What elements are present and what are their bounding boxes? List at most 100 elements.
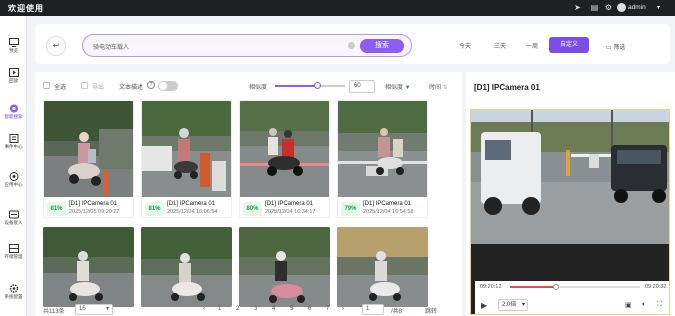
- result-thumbnail[interactable]: [338, 101, 427, 197]
- sort-similarity[interactable]: 相似度 ▼: [385, 82, 411, 91]
- camera-name: [D1] IPCamera 01: [363, 201, 412, 207]
- goto-button[interactable]: 跳转: [425, 306, 437, 315]
- result-card[interactable]: [141, 227, 232, 307]
- user-name[interactable]: admin: [628, 4, 646, 11]
- camera-name: [D1] IPCamera 01: [265, 201, 314, 207]
- chevron-down-icon: ▾: [105, 306, 109, 312]
- gear-icon: [9, 284, 18, 293]
- speed-select[interactable]: 2.0倍 ▾: [498, 299, 528, 311]
- storage-icon: [8, 244, 19, 253]
- settings-icon[interactable]: ⚙: [604, 3, 613, 12]
- page-2[interactable]: 2: [236, 306, 239, 312]
- back-button[interactable]: ↩: [46, 36, 66, 56]
- result-card[interactable]: 81% [D1] IPCamera 01 2025/12/05 09:20:22: [43, 100, 134, 218]
- sidebar: 预览 回放 智能搜索 事件中心 应用中心 设备接入 存储管理 系统配置: [0, 16, 27, 316]
- result-card[interactable]: [337, 227, 428, 307]
- select-all-label[interactable]: 全选: [54, 82, 66, 91]
- range-three-days[interactable]: 三天: [494, 41, 506, 50]
- result-thumbnail[interactable]: [142, 101, 231, 197]
- goto-page-input[interactable]: 1: [362, 304, 384, 315]
- sidebar-item-label: 回放: [9, 78, 18, 83]
- progress-knob[interactable]: [552, 284, 559, 290]
- progress-bar[interactable]: [510, 284, 640, 290]
- export-label[interactable]: 导出: [92, 82, 104, 91]
- player-controls: 09:20:12 09:20:32 ▶ 2.0倍 ▾ ▣ ◖ ⛶: [475, 281, 669, 314]
- page-7[interactable]: 7: [326, 306, 329, 312]
- ai-search-icon: [9, 104, 18, 113]
- range-today[interactable]: 今天: [459, 41, 471, 50]
- page-1[interactable]: 1: [218, 306, 221, 312]
- sidebar-item-label: 应用中心: [4, 182, 23, 187]
- device-icon: [8, 210, 19, 219]
- score-badge: 81%: [145, 202, 164, 216]
- avatar[interactable]: [617, 3, 626, 12]
- text-desc-toggle[interactable]: [158, 81, 178, 91]
- sidebar-item-label: 系统配置: [4, 294, 23, 299]
- sidebar-item-settings[interactable]: 系统配置: [0, 278, 27, 306]
- filter-button[interactable]: ▭ 筛选: [606, 42, 625, 51]
- send-icon[interactable]: ➤: [573, 3, 582, 12]
- player-title: [D1] IPCamera 01: [474, 83, 540, 92]
- timestamp: 2025/12/05 09:20:22: [69, 209, 120, 215]
- page-3[interactable]: 3: [254, 306, 257, 312]
- page-5[interactable]: 5: [290, 306, 293, 312]
- select-all-checkbox[interactable]: [43, 82, 50, 89]
- timestamp: 2025/12/04 16:54:58: [363, 209, 414, 215]
- sidebar-item-preview[interactable]: 预览: [0, 32, 27, 60]
- fullscreen-icon[interactable]: ⛶: [657, 301, 662, 309]
- page-6[interactable]: 6: [308, 306, 311, 312]
- sidebar-item-devices[interactable]: 设备接入: [0, 204, 27, 232]
- score-badge: 79%: [341, 202, 360, 216]
- similarity-label: 相似度: [249, 85, 268, 91]
- export-icon[interactable]: [81, 82, 88, 89]
- camera-name: [D1] IPCamera 01: [167, 201, 216, 207]
- search-button[interactable]: 搜索: [360, 39, 404, 53]
- result-card[interactable]: [43, 227, 134, 307]
- result-card[interactable]: 80% [D1] IPCamera 01 2025/12/04 16:34:17: [239, 100, 330, 218]
- prev-page-icon[interactable]: ‹: [203, 306, 205, 312]
- sidebar-item-ai-search[interactable]: 智能搜索: [0, 98, 27, 126]
- similarity-input[interactable]: 60: [349, 80, 375, 93]
- page-size-value: 15: [79, 306, 86, 312]
- sidebar-item-label: 存储管理: [4, 254, 23, 259]
- sidebar-item-label: 预览: [9, 48, 18, 53]
- back-arrow-icon: ↩: [52, 41, 60, 50]
- app-icon: [9, 172, 18, 181]
- sidebar-item-playback[interactable]: 回放: [0, 62, 27, 90]
- result-card[interactable]: 81% [D1] IPCamera 01 2025/12/04 16:06:54: [141, 100, 232, 218]
- chevron-down-icon[interactable]: ▾: [657, 4, 660, 11]
- volume-icon[interactable]: ◖: [641, 301, 645, 308]
- sidebar-item-label: 事件中心: [4, 144, 23, 149]
- result-card[interactable]: 79% [D1] IPCamera 01 2025/12/04 16:54:58: [337, 100, 428, 218]
- slider-knob[interactable]: [314, 82, 321, 89]
- results-toolbar: 全选 导出 文本描述 ? 相似度 60 相似度 ▼ 时间 ⇅: [35, 72, 462, 100]
- search-input[interactable]: [93, 41, 333, 51]
- document-icon[interactable]: ▤: [590, 3, 599, 12]
- results-panel: 全选 导出 文本描述 ? 相似度 60 相似度 ▼ 时间 ⇅ 81% [D1] …: [35, 72, 462, 316]
- snapshot-icon[interactable]: ▣: [625, 301, 632, 309]
- help-icon[interactable]: ?: [147, 81, 155, 89]
- result-thumbnail[interactable]: [240, 101, 329, 197]
- text-desc-label: 文本描述: [119, 85, 144, 91]
- player-panel: [D1] IPCamera 01 09:20:12 09:20:32 ▶ 2.0…: [466, 72, 675, 316]
- similarity-slider[interactable]: [275, 82, 345, 89]
- result-thumbnail[interactable]: [44, 101, 133, 197]
- sort-time[interactable]: 时间 ⇅: [429, 82, 448, 91]
- range-week[interactable]: 一周: [526, 41, 538, 50]
- custom-range-button[interactable]: 自定义: [549, 37, 589, 53]
- play-icon[interactable]: ▶: [481, 301, 487, 310]
- sidebar-item-apps[interactable]: 应用中心: [0, 166, 27, 194]
- video-view[interactable]: 09:20:12 09:20:32 ▶ 2.0倍 ▾ ▣ ◖ ⛶: [470, 109, 670, 315]
- clear-icon[interactable]: [348, 42, 355, 49]
- total-count: 共113条: [43, 309, 65, 315]
- next-page-icon[interactable]: ›: [342, 306, 344, 312]
- sidebar-item-events[interactable]: 事件中心: [0, 128, 27, 156]
- page-4[interactable]: 4: [272, 306, 275, 312]
- start-time: 09:20:12: [480, 284, 502, 290]
- page-size-select[interactable]: 15 ▾: [75, 304, 113, 315]
- sort-similarity-label: 相似度: [385, 85, 404, 91]
- sidebar-item-storage[interactable]: 存储管理: [0, 238, 27, 266]
- app-title: 欢迎使用: [8, 4, 44, 13]
- result-card[interactable]: [239, 227, 330, 307]
- score-badge: 80%: [243, 202, 262, 216]
